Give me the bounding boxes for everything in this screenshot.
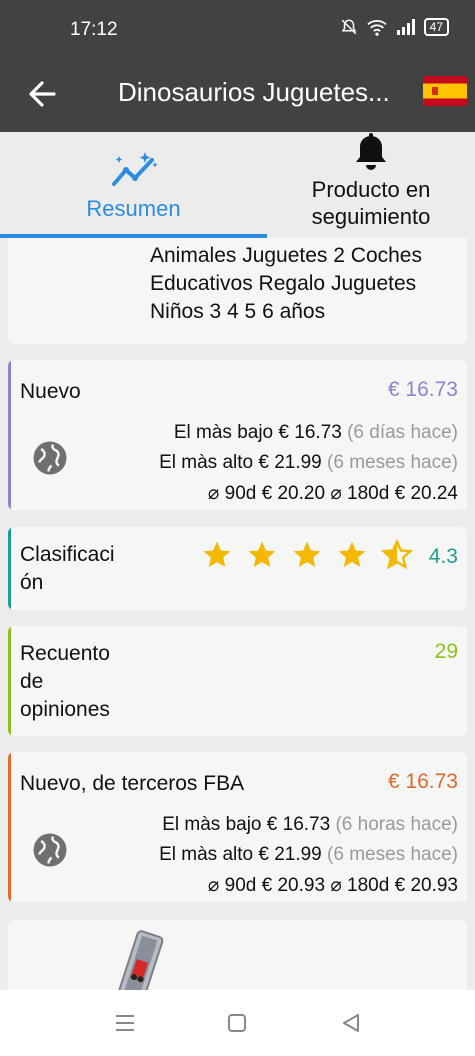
avg90-label: ⌀ 90d: [207, 875, 257, 896]
product-title: Animales Juguetes 2 Coches Educativos Re…: [150, 244, 422, 323]
avg90-label: ⌀ 90d: [207, 483, 257, 504]
fba-average-row: ⌀ 90d € 20.93 ⌀ 180d € 20.93: [208, 874, 458, 897]
status-time: 17:12: [70, 19, 118, 40]
tab-resumen[interactable]: Resumen: [0, 132, 267, 238]
new-highest-row: El màs alto € 21.99 (6 meses hace): [159, 452, 458, 474]
review-count-label: Recuento de opiniones: [20, 642, 110, 721]
avg180-label: ⌀ 180d: [330, 483, 390, 504]
highest-when: (6 meses hace): [327, 844, 458, 865]
rating-label: Clasificaci ón: [20, 543, 115, 594]
fba-price-value: € 16.73: [387, 770, 458, 793]
rating-card[interactable]: Clasificaci ón 4.3: [8, 527, 467, 610]
lowest-price: € 16.73: [278, 422, 342, 443]
home-square-icon[interactable]: [224, 1010, 250, 1036]
star-half-icon: [381, 539, 413, 570]
product-image-card[interactable]: [8, 920, 467, 990]
avg180-label: ⌀ 180d: [330, 875, 390, 896]
fba-price-label: Nuevo, de terceros FBA: [20, 772, 245, 795]
rating-value: 4.3: [428, 545, 458, 568]
star-full-icon: [293, 541, 321, 567]
star-full-icon: [248, 541, 276, 567]
status-bar: 17:12 47: [0, 0, 475, 60]
avg180-price: € 20.24: [394, 483, 458, 504]
menu-icon[interactable]: [112, 1010, 138, 1036]
fba-price-card[interactable]: Nuevo, de terceros FBA € 16.73 El màs ba…: [8, 752, 467, 902]
bell-icon: [356, 133, 386, 170]
new-lowest-row: El màs bajo € 16.73 (6 días hace): [174, 422, 458, 444]
product-title-card: Animales Juguetes 2 Coches Educativos Re…: [8, 238, 467, 344]
star-full-icon: [338, 541, 366, 567]
tab-producto-en-seguimiento[interactable]: Producto en seguimiento: [267, 132, 475, 238]
new-price-value: € 16.73: [387, 378, 458, 401]
card-accent-bar: [8, 527, 11, 610]
lowest-price: € 16.73: [266, 814, 331, 835]
card-accent-bar: [8, 360, 11, 510]
status-icons: 47: [340, 18, 449, 36]
globe-icon: [33, 441, 67, 475]
fba-highest-row: El màs alto € 21.99 (6 meses hace): [159, 844, 458, 866]
tab-bar: Resumen Producto en seguimiento: [0, 132, 475, 238]
highest-price: € 21.99: [258, 844, 322, 865]
mute-bell-icon: [341, 19, 357, 35]
new-price-label: Nuevo: [20, 380, 81, 403]
back-arrow-icon[interactable]: [24, 74, 64, 114]
globe-icon: [33, 833, 67, 867]
highest-label: El màs alto: [159, 844, 254, 865]
wifi-icon: [367, 20, 387, 36]
highest-when: (6 meses hace): [327, 452, 458, 473]
fba-lowest-row: El màs bajo € 16.73 (6 horas hace): [162, 814, 458, 836]
highest-label: El màs alto: [159, 452, 254, 473]
summary-scroll-area[interactable]: Animales Juguetes 2 Coches Educativos Re…: [0, 238, 475, 990]
system-nav-bar: [0, 990, 475, 1056]
tab-resumen-label: Resumen: [86, 196, 181, 221]
avg180-price: € 20.93: [394, 875, 458, 896]
lowest-when: (6 horas hace): [335, 814, 458, 835]
lowest-when: (6 días hace): [347, 422, 458, 443]
tab-tracking-label: Producto en seguimiento: [311, 177, 431, 229]
trend-chart-icon: [111, 152, 158, 186]
lowest-label: El màs bajo: [173, 422, 274, 443]
rating-stars: [201, 539, 413, 571]
product-image: [116, 930, 164, 990]
new-price-card[interactable]: Nuevo € 16.73 El màs bajo € 16.73 (6 día…: [8, 360, 467, 510]
signal-icon: [396, 19, 415, 35]
star-full-icon: [203, 541, 231, 567]
back-triangle-icon[interactable]: [338, 1010, 364, 1036]
card-accent-bar: [8, 752, 11, 902]
battery-indicator: 47: [423, 18, 449, 36]
review-count-card[interactable]: Recuento de opiniones 29: [8, 626, 467, 736]
avg90-price: € 20.93: [261, 875, 326, 896]
lowest-label: El màs bajo: [162, 814, 262, 835]
spain-flag-icon[interactable]: [423, 76, 467, 106]
highest-price: € 21.99: [258, 452, 322, 473]
new-average-row: ⌀ 90d € 20.20 ⌀ 180d € 20.24: [208, 482, 458, 505]
card-accent-bar: [8, 626, 11, 736]
page-title: Dinosaurios Juguetes...: [118, 77, 390, 107]
avg90-price: € 20.20: [261, 483, 326, 504]
app-bar: Dinosaurios Juguetes...: [0, 60, 475, 132]
review-count-value: 29: [434, 640, 458, 663]
